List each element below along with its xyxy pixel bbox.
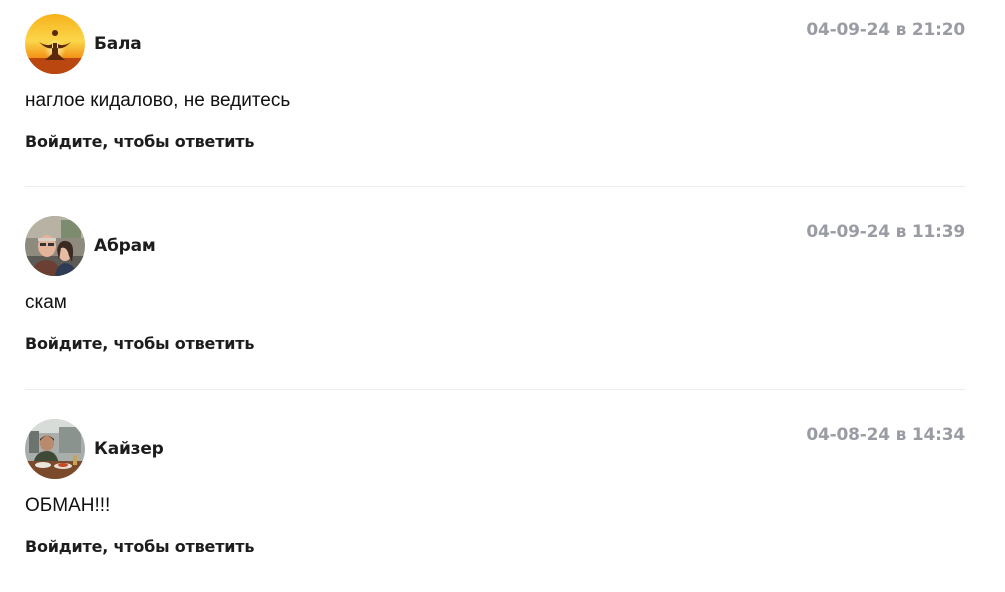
comment-item: Абрам 04-09-24 в 11:39 скам Войдите, что… [25, 186, 965, 389]
comment-header: Бала 04-09-24 в 21:20 [25, 14, 965, 76]
comment-item: Кайзер 04-08-24 в 14:34 ОБМАН!!! Войдите… [25, 389, 965, 592]
sunset-meditation-avatar[interactable] [25, 14, 85, 74]
comment-author[interactable]: Бала [94, 34, 142, 54]
comment-text: скам [25, 292, 67, 313]
comment-author[interactable]: Кайзер [94, 439, 164, 459]
comment-header: Кайзер 04-08-24 в 14:34 [25, 419, 965, 481]
comment-text: ОБМАН!!! [25, 495, 111, 516]
comment-item: Бала 04-09-24 в 21:20 наглое кидалово, н… [25, 14, 965, 186]
comment-date: 04-08-24 в 14:34 [806, 425, 965, 445]
comment-header: Абрам 04-09-24 в 11:39 [25, 216, 965, 278]
comment-date: 04-09-24 в 11:39 [806, 222, 965, 242]
comment-date: 04-09-24 в 21:20 [806, 20, 965, 40]
couple-photo-avatar[interactable] [25, 216, 85, 276]
man-at-table-avatar[interactable] [25, 419, 85, 479]
login-to-reply-link[interactable]: Войдите, чтобы ответить [25, 132, 254, 151]
login-to-reply-link[interactable]: Войдите, чтобы ответить [25, 537, 254, 556]
comment-author[interactable]: Абрам [94, 236, 156, 256]
comment-text: наглое кидалово, не ведитесь [25, 90, 291, 111]
comments-list: Бала 04-09-24 в 21:20 наглое кидалово, н… [25, 14, 965, 592]
login-to-reply-link[interactable]: Войдите, чтобы ответить [25, 334, 254, 353]
